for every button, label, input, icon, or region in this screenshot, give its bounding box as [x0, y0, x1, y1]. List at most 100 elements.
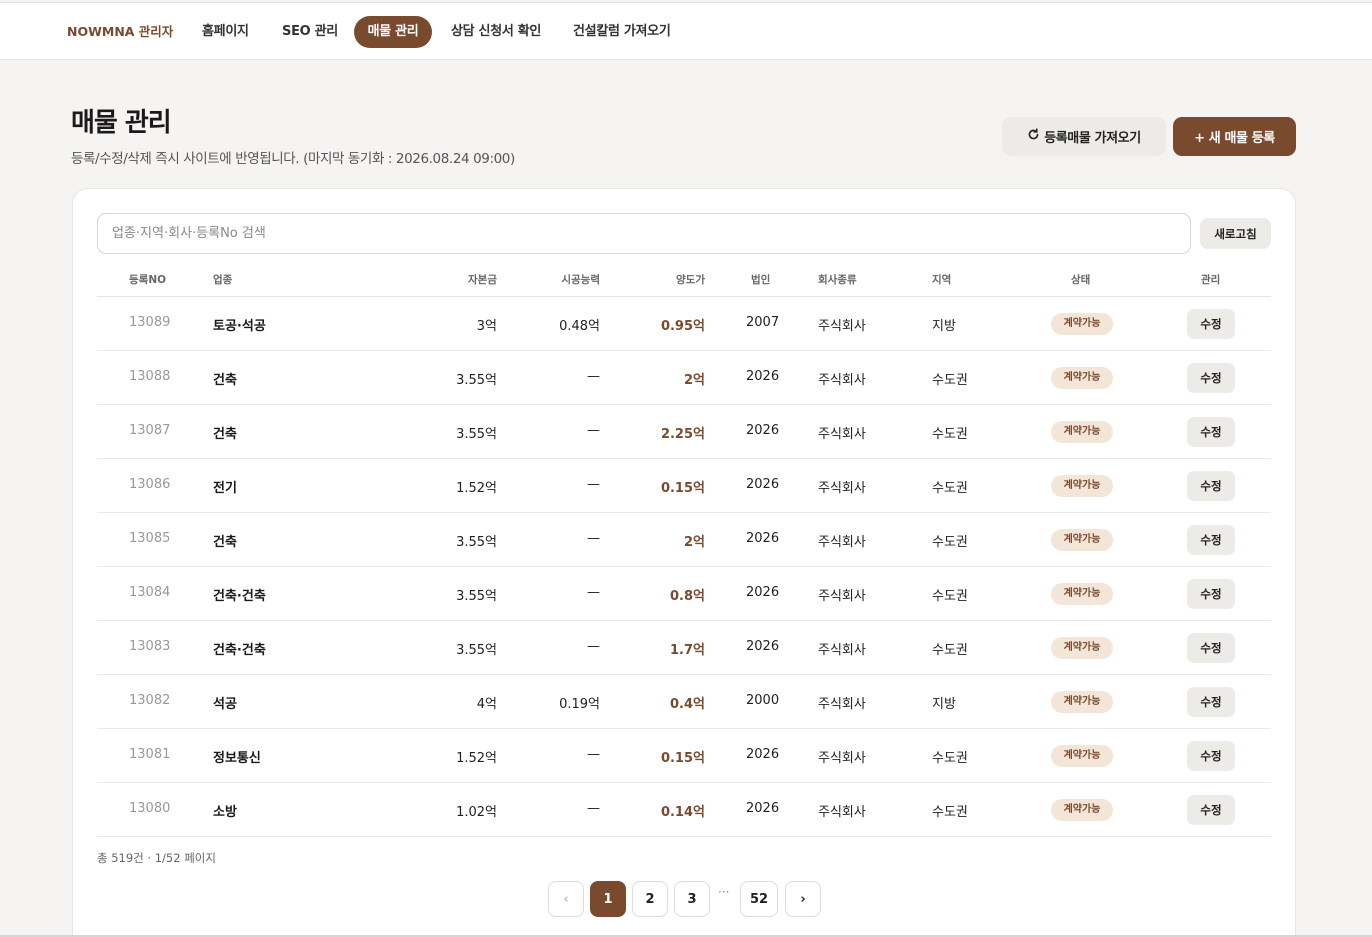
listing-capital: 3.55억: [456, 535, 497, 550]
listing-region: 수도권: [932, 427, 968, 442]
listing-no[interactable]: 13084: [129, 585, 170, 600]
nav-item-listings[interactable]: 매물 관리: [354, 16, 432, 48]
new-listing-button[interactable]: + 새 매물 등록: [1173, 117, 1296, 156]
table-row[interactable]: 13081 정보통신 1.52억 — 0.15억 2026 주식회사 수도권 계약가능 수정: [97, 729, 1271, 783]
nav-item-seo[interactable]: SEO 관리: [282, 16, 338, 48]
column-header-price[interactable]: 양도가: [676, 272, 705, 287]
listing-price: 0.14억: [660, 805, 705, 820]
refresh-button[interactable]: 새로고침: [1200, 218, 1271, 249]
page-button-last[interactable]: 52: [740, 881, 778, 917]
edit-button[interactable]: 수정: [1187, 579, 1235, 609]
edit-button[interactable]: 수정: [1187, 417, 1235, 447]
listing-no[interactable]: 13088: [129, 369, 170, 384]
edit-button[interactable]: 수정: [1187, 363, 1235, 393]
listing-capital: 3.55억: [456, 373, 497, 388]
listing-region: 수도권: [932, 589, 968, 604]
listing-year: 2026: [746, 585, 780, 600]
column-header-no[interactable]: 등록NO: [129, 272, 166, 287]
page-button-1[interactable]: 1: [590, 881, 626, 917]
edit-button[interactable]: 수정: [1187, 633, 1235, 663]
listing-company-kind: 주식회사: [818, 427, 866, 442]
page-title: 매물 관리: [71, 108, 172, 138]
page-button-3[interactable]: 3: [674, 881, 710, 917]
listing-year: 2026: [746, 801, 780, 816]
listing-region: 수도권: [932, 643, 968, 658]
listing-year: 2026: [746, 639, 780, 654]
listing-company-kind: 주식회사: [818, 697, 866, 712]
search-input[interactable]: [97, 213, 1191, 254]
column-header-performance[interactable]: 시공능력: [561, 272, 600, 287]
table-row[interactable]: 13082 석공 4억 0.19억 0.4억 2000 주식회사 지방 계약가능 수정: [97, 675, 1271, 729]
import-listings-button[interactable]: 등록매물 가져오기: [1002, 117, 1166, 156]
edit-button[interactable]: 수정: [1187, 309, 1235, 339]
listing-type: 건축: [213, 427, 237, 442]
table-row[interactable]: 13083 건축·건축 3.55억 — 1.7억 2026 주식회사 수도권 계약가능 수정: [97, 621, 1271, 675]
listing-type: 건축: [213, 373, 237, 388]
pagination-ellipsis: ···: [718, 885, 730, 899]
listing-company-kind: 주식회사: [818, 751, 866, 766]
edit-button[interactable]: 수정: [1187, 525, 1235, 555]
listing-type: 건축·건축: [213, 589, 266, 604]
column-header-type[interactable]: 업종: [213, 272, 232, 287]
brand-logo[interactable]: NOWMNA 관리자: [67, 16, 173, 48]
listing-no[interactable]: 13086: [129, 477, 170, 492]
table-row[interactable]: 13085 건축 3.55억 — 2억 2026 주식회사 수도권 계약가능 수정: [97, 513, 1271, 567]
listing-performance: —: [587, 639, 600, 654]
listing-type: 건축: [213, 535, 237, 550]
listing-region: 수도권: [932, 535, 968, 550]
edit-button[interactable]: 수정: [1187, 687, 1235, 717]
listing-region: 지방: [932, 697, 956, 712]
listing-no[interactable]: 13083: [129, 639, 170, 654]
table-row[interactable]: 13089 토공·석공 3억 0.48억 0.95억 2007 주식회사 지방 계약가능 수정: [97, 297, 1271, 351]
nav-item-home[interactable]: 홈페이지: [202, 16, 249, 48]
listing-performance: 0.48억: [559, 319, 600, 334]
total-count: 총 519건 · 1/52 페이지: [97, 851, 216, 865]
nav-item-columns[interactable]: 건설칼럼 가져오기: [573, 16, 671, 48]
listing-performance: 0.19억: [559, 697, 600, 712]
listing-capital: 1.02억: [456, 805, 497, 820]
listing-capital: 1.52억: [456, 481, 497, 496]
table-row[interactable]: 13087 건축 3.55억 — 2.25억 2026 주식회사 수도권 계약가능 수정: [97, 405, 1271, 459]
listing-year: 2026: [746, 423, 780, 438]
status-badge: 계약가능: [1051, 637, 1113, 659]
column-header-capital[interactable]: 자본금: [468, 272, 497, 287]
listing-no[interactable]: 13089: [129, 315, 170, 330]
column-header-region[interactable]: 지역: [932, 272, 951, 287]
listing-performance: —: [587, 423, 600, 438]
listing-capital: 3.55억: [456, 589, 497, 604]
top-nav: NOWMNA 관리자 홈페이지 SEO 관리 매물 관리 상담 신청서 확인 건…: [0, 2, 1372, 60]
prev-page-button[interactable]: ‹: [548, 881, 584, 917]
listing-no[interactable]: 13080: [129, 801, 170, 816]
listing-no[interactable]: 13082: [129, 693, 170, 708]
listing-no[interactable]: 13087: [129, 423, 170, 438]
listing-year: 2026: [746, 747, 780, 762]
listing-capital: 3.55억: [456, 427, 497, 442]
table-header: 등록NO 업종 자본금 시공능력 양도가 법인 회사종류 지역 상태 관리: [97, 264, 1271, 297]
listing-no[interactable]: 13081: [129, 747, 170, 762]
edit-button[interactable]: 수정: [1187, 741, 1235, 771]
page-button-2[interactable]: 2: [632, 881, 668, 917]
listing-year: 2026: [746, 531, 780, 546]
table-row[interactable]: 13080 소방 1.02억 — 0.14억 2026 주식회사 수도권 계약가능 수정: [97, 783, 1271, 837]
nav-item-consultations[interactable]: 상담 신청서 확인: [451, 16, 541, 48]
table-row[interactable]: 13088 건축 3.55억 — 2억 2026 주식회사 수도권 계약가능 수정: [97, 351, 1271, 405]
table-row[interactable]: 13084 건축·건축 3.55억 — 0.8억 2026 주식회사 수도권 계약가능 수정: [97, 567, 1271, 621]
listing-price: 0.15억: [660, 481, 705, 496]
listing-company-kind: 주식회사: [818, 535, 866, 550]
listing-no[interactable]: 13085: [129, 531, 170, 546]
listing-type: 전기: [213, 481, 237, 496]
table-row[interactable]: 13086 전기 1.52억 — 0.15억 2026 주식회사 수도권 계약가능 수정: [97, 459, 1271, 513]
listing-price: 2억: [683, 373, 705, 388]
status-badge: 계약가능: [1051, 745, 1113, 767]
column-header-actions: 관리: [1201, 274, 1221, 286]
next-page-button[interactable]: ›: [785, 881, 821, 917]
edit-button[interactable]: 수정: [1187, 795, 1235, 825]
edit-button[interactable]: 수정: [1187, 471, 1235, 501]
listing-performance: —: [587, 801, 600, 816]
column-header-year[interactable]: 법인: [751, 272, 770, 287]
status-badge: 계약가능: [1051, 367, 1113, 389]
column-header-status[interactable]: 상태: [1071, 272, 1090, 287]
listing-price: 2.25억: [660, 427, 705, 442]
listing-region: 수도권: [932, 805, 968, 820]
column-header-company-kind[interactable]: 회사종류: [818, 272, 857, 287]
